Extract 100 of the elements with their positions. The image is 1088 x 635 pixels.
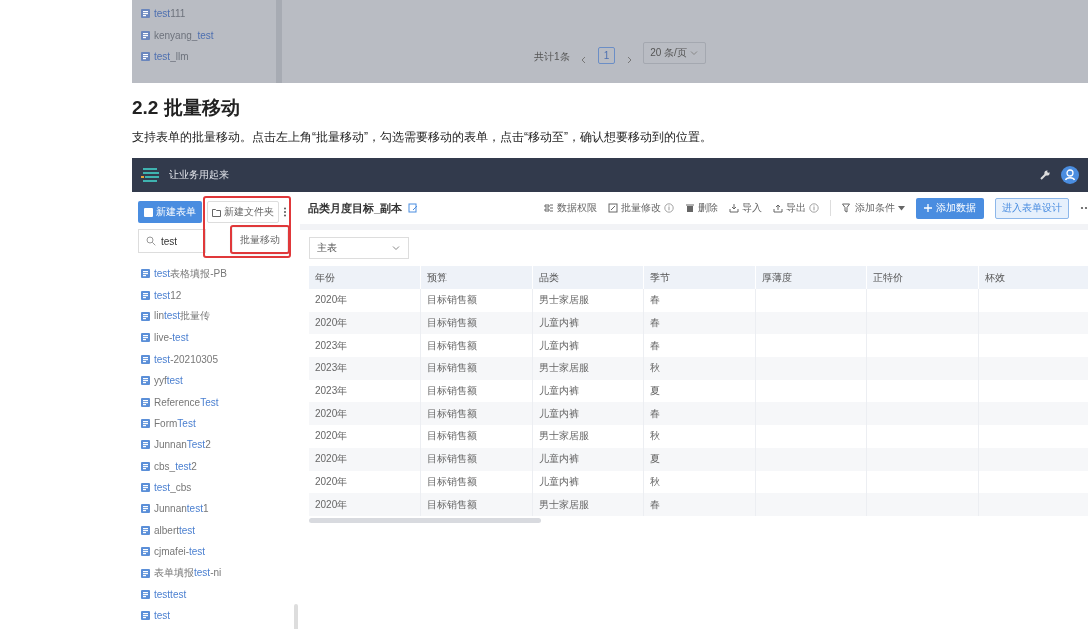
form-title: 品类月度目标_副本 [308,200,403,216]
sidebar-item[interactable]: test表格填报-PB [138,263,295,285]
table-cell: 2020年 [309,311,421,335]
column-header[interactable]: 预算 [420,266,532,289]
form-icon [141,333,150,343]
sidebar-item[interactable]: lintest批量传 [138,305,295,328]
new-form-button[interactable]: 新建表单 [138,201,202,223]
sidebar-item[interactable]: test12 [138,284,295,306]
form-icon [141,354,150,364]
form-icon [141,547,150,557]
sidebar-item[interactable]: JunnanTest2 [138,434,295,456]
form-icon [141,9,150,19]
toolbar-button[interactable]: 删除 [685,201,718,215]
table-cell: 秋 [643,425,755,448]
section-paragraph: 支持表单的批量移动。点击左上角“批量移动”，勾选需要移动的表单，点击“移动至”，确认想要移动到的位置。 [132,129,713,145]
column-header[interactable]: 季节 [643,266,755,289]
sheet-select[interactable]: 主表 [309,237,409,259]
toolbar-button[interactable]: 批量修改 [608,201,674,215]
wrench-icon[interactable] [1039,169,1051,181]
toolbar-button[interactable]: 导出 [773,201,819,215]
sidebar-item[interactable]: kenyang_test [141,24,276,46]
tool-icon [773,203,783,213]
form-icon [141,461,150,471]
sidebar-item[interactable]: test111 [141,3,276,25]
table-cell: 春 [643,402,755,426]
tool-icon [544,203,554,213]
form-icon [144,207,153,217]
sidebar-item[interactable]: cjmafei-test [138,541,295,563]
plus-icon [924,204,932,212]
sidebar-item[interactable]: FormTest [138,412,295,435]
sidebar-item[interactable]: testtest [138,583,295,606]
chevron-icon [391,243,401,253]
avatar-icon[interactable] [1061,166,1079,184]
table-cell: 秋 [643,357,755,380]
table-cell: 男士家居服 [532,493,644,516]
table-cell: 目标销售额 [420,289,532,312]
column-header[interactable]: 年份 [309,266,421,289]
table-cell: 目标销售额 [420,425,532,448]
form-icon [141,525,150,535]
sidebar-item[interactable]: test-20210305 [138,348,295,370]
new-folder-button[interactable]: 新建文件夹 [207,201,279,223]
form-design-button[interactable]: 进入表单设计 [995,197,1069,219]
table-cell: 男士家居服 [532,289,644,312]
more-icon[interactable] [283,207,287,217]
column-header[interactable]: 厚薄度 [755,266,867,289]
table-cell: 目标销售额 [420,311,532,335]
table-cell: 儿童内裤 [532,447,644,471]
column-header[interactable]: 正特价 [866,266,978,289]
table-cell: 2020年 [309,425,421,448]
toolbar-button[interactable]: 导入 [729,201,762,215]
sidebar-item[interactable]: 表单填报test-ni [138,562,295,584]
table-cell: 春 [643,493,755,516]
add-data-button[interactable]: 添加数据 [916,197,984,219]
sidebar-item[interactable]: ReferenceTest [138,391,295,413]
filter-icon [842,203,852,213]
sidebar-item[interactable]: test [138,605,295,627]
form-icon [141,290,150,300]
column-header[interactable]: 杯效 [978,266,1088,289]
page-button[interactable]: 1 [597,47,616,64]
scrollbar[interactable] [294,604,298,629]
table-cell: 儿童内裤 [532,311,644,335]
previous-icon[interactable] [579,56,588,64]
dropdown-menu[interactable]: 批量移动 [233,228,287,252]
folder-icon [212,207,221,217]
caret-icon [688,48,699,58]
tool-icon [685,203,695,213]
sidebar-item[interactable]: alberttest [138,519,295,542]
table-cell: 2023年 [309,357,421,380]
table-cell: 2020年 [309,289,421,312]
caret-icon [898,205,905,211]
sidebar-item[interactable]: live-test [138,327,295,349]
form-icon [141,483,150,493]
sidebar-item[interactable]: yyftest [138,369,295,392]
scrollbar[interactable] [309,517,541,523]
sidebar-item[interactable]: Junnantest1 [138,498,295,520]
sidebar-item[interactable]: test_cbs [138,476,295,499]
table-cell: 目标销售额 [420,402,532,426]
sidebar-item[interactable]: test_llm [141,46,276,68]
form-icon [141,52,150,62]
sidebar-item[interactable]: cbs_test2 [138,455,295,477]
section-heading: 2.2 批量移动 [132,96,241,120]
table-cell: 2020年 [309,493,421,516]
logo-icon [141,167,159,183]
table-cell: 男士家居服 [532,425,644,448]
search-field[interactable]: test [138,229,206,253]
form-icon [141,376,150,386]
tool-icon [608,203,618,213]
page-size-select[interactable]: 20 条/页 [643,42,706,64]
edit-icon[interactable] [408,203,419,213]
form-icon [141,311,150,321]
search-icon [146,236,156,246]
table-cell: 目标销售额 [420,447,532,471]
next-icon[interactable] [625,56,634,64]
form-icon [141,397,150,407]
form-icon [141,269,150,279]
table-cell: 夏 [643,447,755,471]
table-cell: 目标销售额 [420,493,532,516]
add-filter-button[interactable]: 添加条件 [842,201,905,215]
toolbar-button[interactable]: 数据权限 [544,201,597,215]
column-header[interactable]: 品类 [532,266,644,289]
